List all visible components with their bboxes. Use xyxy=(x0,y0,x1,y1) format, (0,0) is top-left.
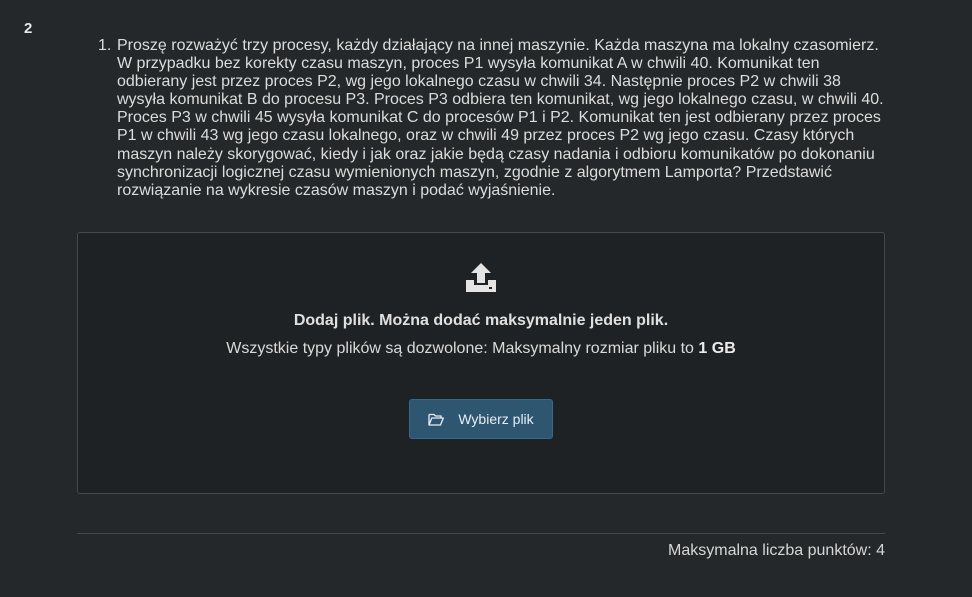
question-item: 1. Proszę rozważyć trzy procesy, każdy d… xyxy=(98,37,892,200)
folder-open-icon xyxy=(428,413,445,426)
question-number: 2 xyxy=(24,20,33,37)
upload-icon[interactable] xyxy=(464,262,498,294)
dropzone-info-text: Wszystkie typy plików są dozwolone: Maks… xyxy=(226,340,694,357)
max-points: Maksymalna liczba punktów: 4 xyxy=(668,542,885,559)
question-item-marker: 1. xyxy=(98,37,112,54)
divider xyxy=(77,533,885,534)
dropzone-title: Dodaj plik. Można dodać maksymalnie jede… xyxy=(293,312,669,329)
question-list: 1. Proszę rozważyć trzy procesy, każdy d… xyxy=(98,37,892,200)
choose-file-label: Wybierz plik xyxy=(458,411,534,427)
dropzone-info: Wszystkie typy plików są dozwolone: Maks… xyxy=(77,340,885,358)
assignment-page: 2 1. Proszę rozważyć trzy procesy, każdy… xyxy=(0,0,972,597)
choose-file-button[interactable]: Wybierz plik xyxy=(409,399,553,439)
max-file-size: 1 GB xyxy=(698,340,736,357)
question-text: Proszę rozważyć trzy procesy, każdy dzia… xyxy=(117,37,884,199)
